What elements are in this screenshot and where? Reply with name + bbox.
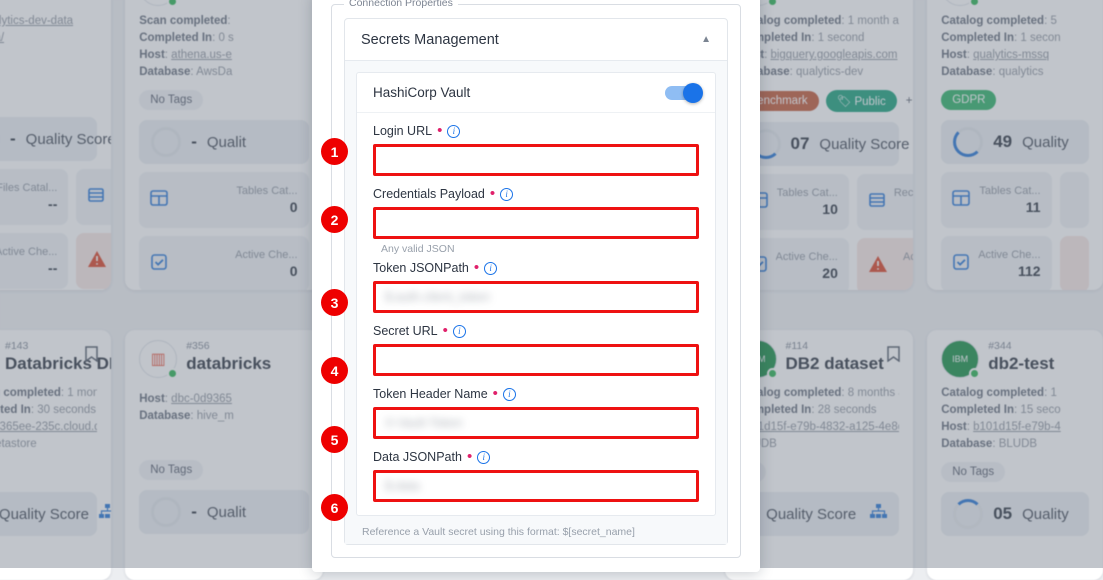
field-label: Data JSONPath • i <box>373 450 699 464</box>
fieldset-legend: Connection Properties <box>344 0 458 9</box>
field-credentials-payload: Credentials Payload • i Any valid JSON <box>373 187 699 255</box>
vault-config-panel: HashiCorp Vault Login URL • i <box>356 72 716 516</box>
field-label: Token JSONPath • i <box>373 261 699 275</box>
field-secret-url: Secret URL • i <box>373 324 699 376</box>
info-icon[interactable]: i <box>503 388 516 401</box>
vault-format-hint: Reference a Vault secret using this form… <box>356 516 716 538</box>
field-label: Login URL • i <box>373 124 699 138</box>
field-login-url: Login URL • i <box>373 124 699 176</box>
token-jsonpath-input[interactable]: $.auth.client_token <box>373 281 699 313</box>
connection-properties-dialog: Connection Properties Secrets Management… <box>312 0 760 572</box>
required-marker: • <box>467 453 472 461</box>
token-header-name-input[interactable]: X-Vault-Token <box>373 407 699 439</box>
required-marker: • <box>437 127 442 135</box>
accordion-title: Secrets Management <box>361 32 499 48</box>
field-label: Secret URL • i <box>373 324 699 338</box>
info-icon[interactable]: i <box>447 125 460 138</box>
login-url-input[interactable] <box>373 144 699 176</box>
field-token-header-name: Token Header Name • i X-Vault-Token <box>373 387 699 439</box>
field-value: $.data <box>385 479 420 493</box>
accordion-body: HashiCorp Vault Login URL • i <box>345 61 727 544</box>
chevron-up-icon[interactable]: ▲ <box>701 34 711 45</box>
field-label: Token Header Name • i <box>373 387 699 401</box>
field-value: X-Vault-Token <box>385 416 463 430</box>
annotation-badge-4: 4 <box>321 357 348 384</box>
secrets-management-accordion: Secrets Management ▲ HashiCorp Vault Log… <box>344 18 728 545</box>
accordion-header[interactable]: Secrets Management ▲ <box>345 19 727 61</box>
field-value: $.auth.client_token <box>385 290 490 304</box>
field-helper-text: Any valid JSON <box>381 243 699 255</box>
vault-provider-label: HashiCorp Vault <box>373 85 470 100</box>
vault-enable-toggle[interactable] <box>665 86 699 100</box>
connection-properties-fieldset: Connection Properties Secrets Management… <box>331 4 741 558</box>
secret-url-input[interactable] <box>373 344 699 376</box>
required-marker: • <box>474 264 479 272</box>
required-marker: • <box>490 190 495 198</box>
annotation-badge-6: 6 <box>321 494 348 521</box>
info-icon[interactable]: i <box>484 262 497 275</box>
info-icon[interactable]: i <box>477 451 490 464</box>
data-jsonpath-input[interactable]: $.data <box>373 470 699 502</box>
info-icon[interactable]: i <box>453 325 466 338</box>
annotation-badge-5: 5 <box>321 426 348 453</box>
field-data-jsonpath: Data JSONPath • i $.data <box>373 450 699 502</box>
annotation-badge-1: 1 <box>321 138 348 165</box>
field-label: Credentials Payload • i <box>373 187 699 201</box>
credentials-payload-input[interactable] <box>373 207 699 239</box>
required-marker: • <box>443 327 448 335</box>
required-marker: • <box>493 390 498 398</box>
field-token-jsonpath: Token JSONPath • i $.auth.client_token <box>373 261 699 313</box>
annotation-badge-3: 3 <box>321 289 348 316</box>
info-icon[interactable]: i <box>500 188 513 201</box>
annotation-badge-2: 2 <box>321 206 348 233</box>
hashicorp-vault-row: HashiCorp Vault <box>357 73 715 113</box>
toggle-knob <box>683 83 703 103</box>
